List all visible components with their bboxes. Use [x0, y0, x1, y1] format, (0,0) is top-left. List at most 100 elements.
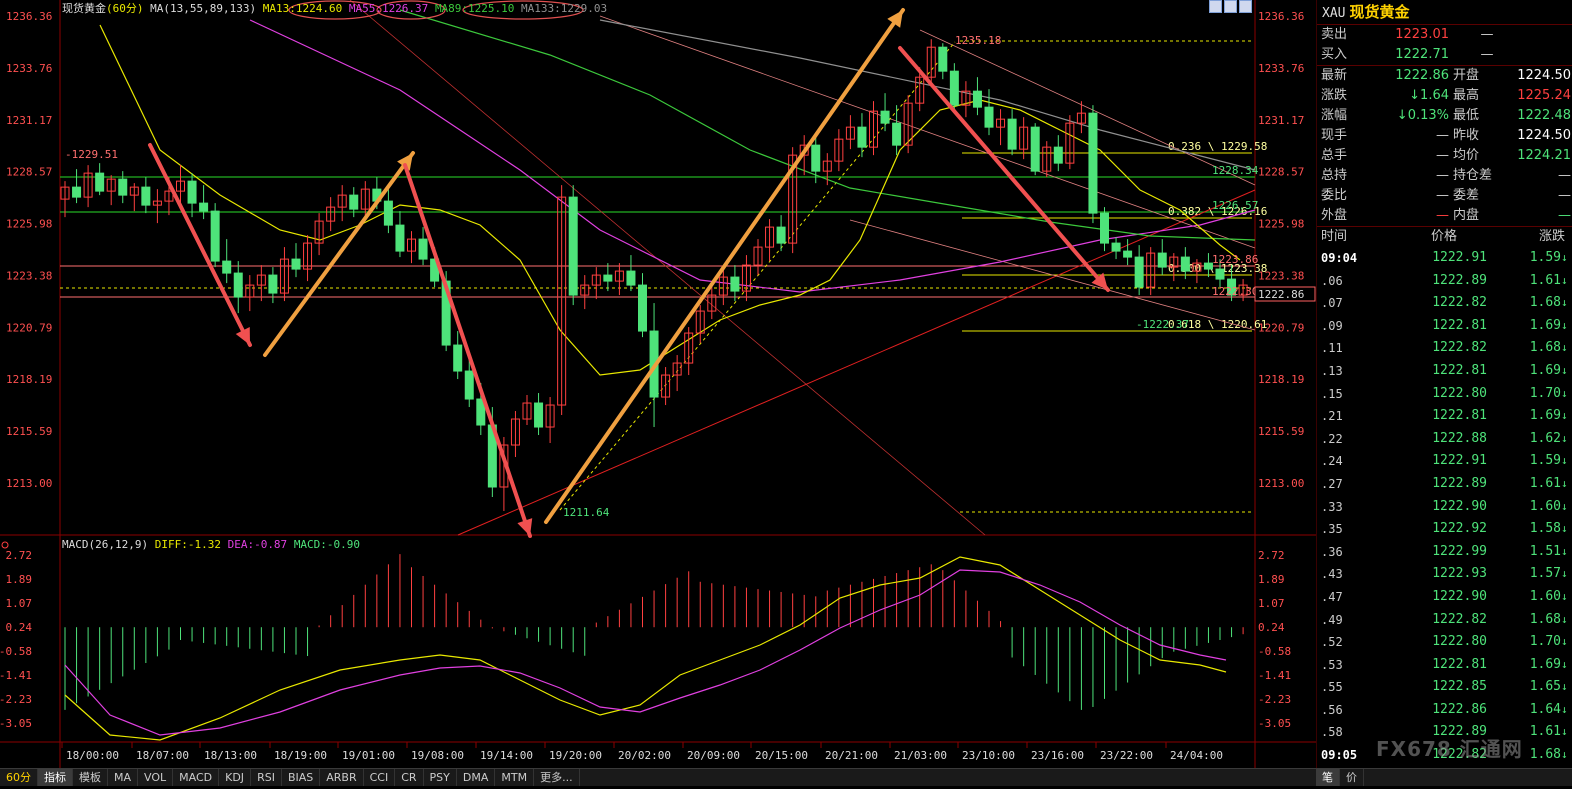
- quote-value: 1224.50: [1517, 68, 1571, 83]
- quote-row: 涨幅 ↓0.13% 最低 1222.48: [1317, 106, 1572, 126]
- quote-label: 最低: [1453, 108, 1480, 123]
- close-icon[interactable]: [1239, 0, 1252, 13]
- left-high-label: -1229.51: [65, 148, 118, 161]
- tick-change: 1.58: [1529, 521, 1561, 537]
- bottom-tab-0[interactable]: 60分: [0, 769, 38, 786]
- quote-value: ↓0.13%: [1396, 108, 1449, 123]
- candle-body: [291, 258, 301, 270]
- tick-price: 1222.99: [1432, 543, 1487, 559]
- candle-body: [1007, 118, 1017, 150]
- down-arrow-icon: ↓: [1561, 499, 1568, 513]
- macd-axis-label-left: 0.24: [6, 621, 33, 634]
- macd-axis-label-left: -0.58: [0, 645, 32, 658]
- quote-value: —: [1436, 188, 1449, 203]
- chart-header: 现货黄金(60分) MA(13,55,89,133) MA13:1224.60 …: [62, 0, 607, 16]
- quote-value: ↓1.64: [1409, 88, 1449, 103]
- time-axis-label: 23/16:00: [1031, 749, 1084, 762]
- tick-time: .07: [1321, 296, 1343, 311]
- tick-price: 1222.88: [1432, 430, 1487, 446]
- bottom-tab-2[interactable]: 模板: [73, 769, 108, 786]
- price-chart[interactable]: 1236.36 1236.36 1233.76 1233.76 1231.17 1231.…: [0, 0, 1316, 768]
- bottom-tab-6[interactable]: KDJ: [219, 769, 252, 786]
- panel-tab-0[interactable]: 笔: [1316, 769, 1340, 786]
- down-arrow-icon: ↓: [1561, 635, 1568, 649]
- candle-body: [938, 46, 948, 72]
- tick-change: 1.62: [1529, 430, 1561, 446]
- bottom-tab-4[interactable]: VOL: [138, 769, 174, 786]
- bottom-tab-10[interactable]: CCI: [364, 769, 396, 786]
- bottom-tab-5[interactable]: MACD: [173, 769, 220, 786]
- quote-row: 外盘 — 内盘 —: [1317, 206, 1572, 226]
- time-axis-label: 18/00:00: [66, 749, 119, 762]
- bottom-tab-8[interactable]: BIAS: [282, 769, 321, 786]
- down-arrow-icon: ↓: [1561, 431, 1568, 445]
- arrow-down-head: [517, 518, 533, 536]
- tick-time: .11: [1321, 341, 1343, 356]
- quote-row: 涨跌 ↓1.64 最高 1225.24: [1317, 86, 1572, 106]
- candle-body: [349, 194, 359, 210]
- tick-header-price: 价格: [1431, 229, 1458, 244]
- bottom-tab-9[interactable]: ARBR: [320, 769, 364, 786]
- bottom-tab-15[interactable]: 更多...: [534, 769, 580, 786]
- macd-axis-label-right: 0.24: [1258, 621, 1285, 634]
- quote-value: 1222.71: [1395, 47, 1449, 62]
- tick-change: 1.60: [1529, 588, 1561, 604]
- tick-time: .58: [1321, 725, 1343, 740]
- down-arrow-icon: ↓: [1561, 612, 1568, 626]
- tick-time: .24: [1321, 454, 1343, 469]
- candle-body: [949, 70, 959, 106]
- macd-axis-label-right: 2.72: [1258, 549, 1285, 562]
- tick-time: 09:05: [1321, 748, 1358, 763]
- candle-body: [395, 224, 405, 252]
- tick-row: .06 1222.89 1.61 ↓: [1317, 270, 1572, 293]
- restore-icon[interactable]: [1209, 0, 1222, 13]
- bottom-tab-12[interactable]: PSY: [424, 769, 457, 786]
- bottom-tab-13[interactable]: DMA: [457, 769, 496, 786]
- macd-marker-icon: [1, 541, 9, 549]
- macd-axis-label-right: -0.58: [1258, 645, 1291, 658]
- tick-price: 1222.93: [1432, 566, 1487, 582]
- quote-code: XAU: [1322, 6, 1346, 21]
- tick-time: .43: [1321, 567, 1343, 582]
- tick-price: 1222.90: [1432, 498, 1487, 514]
- quote-value: —: [1436, 168, 1449, 183]
- bottom-tab-14[interactable]: MTM: [495, 769, 535, 786]
- candle-body: [210, 210, 220, 262]
- tick-change: 1.59: [1529, 250, 1561, 265]
- quote-value: —: [1558, 168, 1571, 183]
- tick-row: .55 1222.85 1.65 ↓: [1317, 676, 1572, 699]
- chart-area[interactable]: 1236.36 1236.36 1233.76 1233.76 1231.17 1231.…: [0, 0, 1316, 768]
- quote-name: 现货黄金: [1349, 3, 1410, 21]
- panel-tab-1[interactable]: 价: [1340, 769, 1364, 786]
- candle-body: [892, 122, 902, 146]
- price-axis-label-left: 1236.36: [6, 10, 52, 23]
- trendline-red: [349, 0, 986, 536]
- quote-row: 现手 — 昨收 1224.50: [1317, 126, 1572, 146]
- tick-row: .15 1222.80 1.70 ↓: [1317, 383, 1572, 406]
- quote-label: 委差: [1453, 188, 1480, 203]
- time-axis-label: 24/04:00: [1170, 749, 1223, 762]
- tick-time: .53: [1321, 657, 1343, 672]
- down-arrow-icon: ↓: [1561, 702, 1568, 716]
- bottom-tab-7[interactable]: RSI: [251, 769, 282, 786]
- candle-body: [603, 274, 613, 282]
- tick-time: .09: [1321, 318, 1343, 333]
- maximize-icon[interactable]: [1224, 0, 1237, 13]
- price-axis-label-left: 1220.79: [6, 321, 52, 334]
- candle-body: [1030, 126, 1040, 172]
- tick-time: .33: [1321, 499, 1343, 514]
- bottom-tab-11[interactable]: CR: [395, 769, 424, 786]
- candle-body: [1100, 212, 1109, 244]
- down-arrow-icon: ↓: [1561, 657, 1568, 671]
- channel-line: [919, 29, 1256, 186]
- tick-row: .33 1222.90 1.60 ↓: [1317, 496, 1572, 519]
- tick-row: .56 1222.86 1.64 ↓: [1317, 699, 1572, 722]
- quote-label: 总手: [1321, 148, 1348, 163]
- time-axis-label: 19/20:00: [549, 749, 602, 762]
- ma89-line: [399, 9, 1256, 241]
- bottom-tab-1[interactable]: 指标: [38, 769, 73, 786]
- price-axis-label-right: 1231.17: [1258, 114, 1304, 127]
- candle-body: [72, 186, 82, 198]
- bottom-tab-3[interactable]: MA: [108, 769, 139, 786]
- tick-price: 1222.81: [1432, 408, 1487, 424]
